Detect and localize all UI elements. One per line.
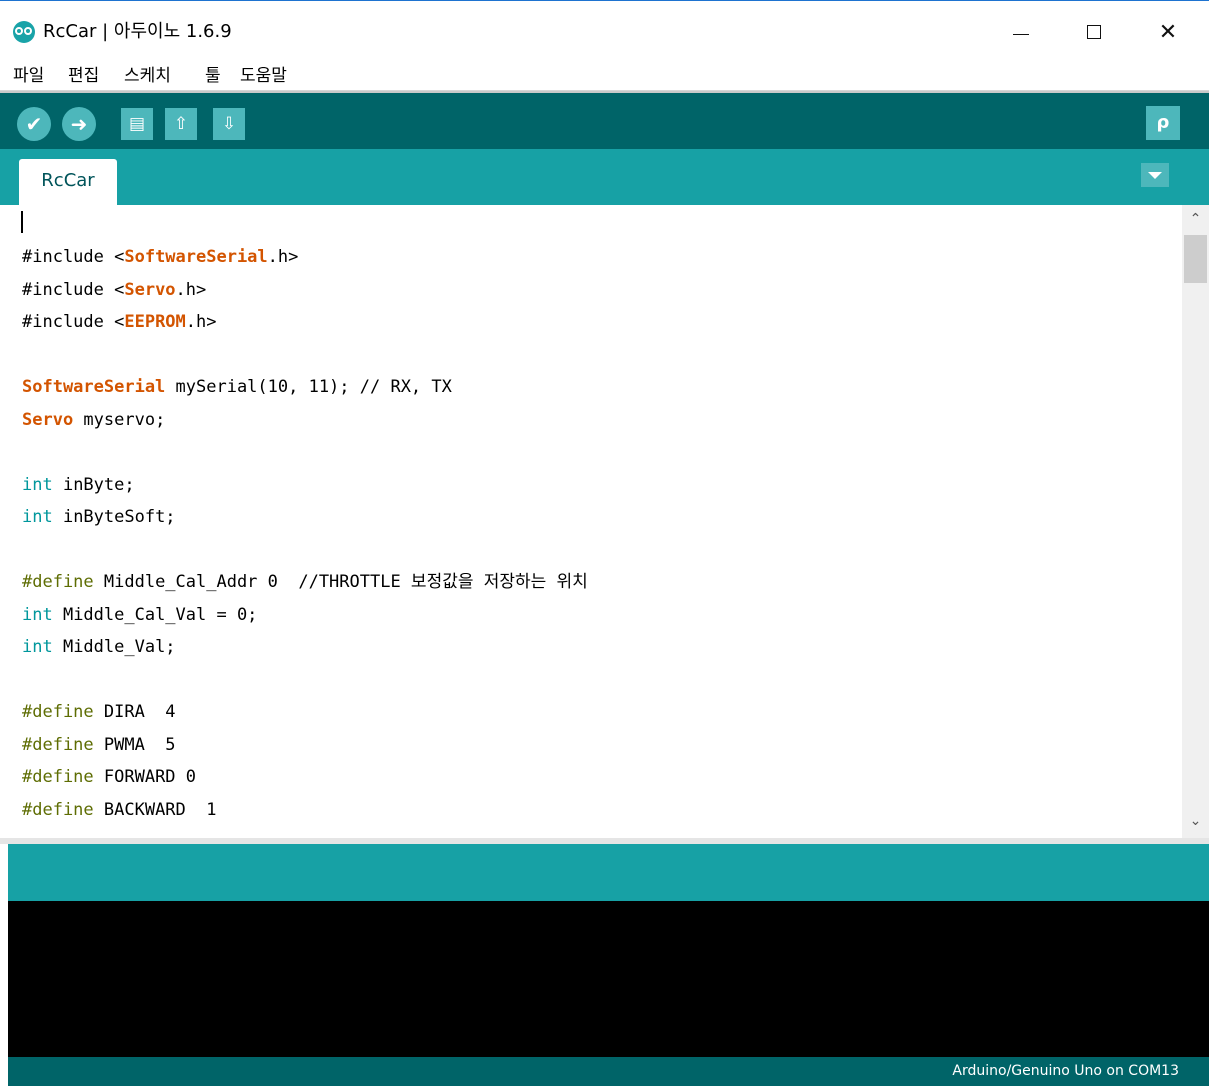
code-token: inByteSoft; — [52, 507, 176, 527]
tab-strip: RcCar — [0, 149, 1209, 205]
upload-button[interactable]: ➜ — [62, 107, 96, 141]
code-token: .h> — [185, 312, 217, 332]
code-token: FORWARD 0 — [93, 767, 197, 787]
code-line: #define BACKWARD 1 — [22, 794, 588, 827]
window-title: RcCar | 아두이노 1.6.9 — [43, 21, 232, 42]
menu-tools[interactable]: 툴 — [205, 64, 221, 88]
code-token: #define — [22, 734, 94, 755]
close-icon: ✕ — [1158, 20, 1178, 45]
maximize-icon — [1087, 25, 1101, 39]
code-line: Servo myservo; — [22, 404, 588, 437]
code-token: #define — [22, 767, 94, 787]
code-token: #include < — [22, 279, 125, 300]
maximize-button[interactable] — [1070, 13, 1118, 53]
tab-menu-button[interactable] — [1141, 163, 1169, 187]
code-line: int Middle_Val; — [22, 631, 588, 664]
code-token: Middle_Val; — [52, 637, 176, 657]
code-token: myservo; — [73, 409, 166, 430]
code-line: #include <EEPROM.h> — [22, 306, 588, 339]
scroll-thumb[interactable] — [1184, 235, 1207, 283]
code-token: SoftwareSerial — [22, 377, 166, 397]
code-token: .h> — [267, 247, 299, 267]
title-bar: RcCar | 아두이노 1.6.9 ✕ — [0, 0, 1209, 62]
code-token: #define — [22, 572, 94, 592]
code-token: Middle_Cal_Addr 0 //THROTTLE 보정값을 저장하는 위… — [93, 572, 588, 592]
menu-file[interactable]: 파일 — [13, 64, 44, 88]
editor-scrollbar[interactable]: ⌃ ⌄ — [1182, 205, 1209, 838]
serial-monitor-button[interactable]: ρ — [1146, 106, 1180, 140]
console-output — [8, 901, 1209, 1057]
code-line: #include <Servo.h> — [22, 274, 588, 307]
message-area — [8, 844, 1209, 901]
code-token: int — [22, 474, 53, 495]
code-token: #define — [22, 702, 94, 722]
code-token: Middle_Cal_Val = 0; — [52, 604, 258, 625]
download-arrow-icon: ⇩ — [221, 114, 237, 134]
code-line: int inByteSoft; — [22, 501, 588, 534]
code-line: int Middle_Cal_Val = 0; — [22, 599, 588, 632]
menu-edit[interactable]: 편집 — [68, 64, 99, 88]
code-token: #include < — [22, 247, 125, 267]
code-editor[interactable]: #include <SoftwareSerial.h> #include <Ser… — [0, 205, 1209, 838]
open-button[interactable]: ⇧ — [165, 108, 197, 140]
code-line: #define Middle_Cal_Addr 0 //THROTTLE 보정값… — [22, 566, 588, 599]
code-token: mySerial(10, 11); // RX, TX — [165, 377, 452, 397]
arduino-logo-icon — [13, 21, 35, 43]
arrow-right-icon: ➜ — [70, 112, 88, 136]
scroll-down-arrow-icon[interactable]: ⌄ — [1182, 811, 1209, 831]
minimize-button[interactable] — [996, 13, 1044, 53]
code-line: #define FORWARD 0 — [22, 761, 588, 794]
new-sketch-button[interactable]: ▤ — [121, 108, 153, 140]
toolbar: ✔ ➜ ▤ ⇧ ⇩ ρ — [0, 91, 1209, 149]
code-token: #include < — [22, 312, 125, 332]
save-button[interactable]: ⇩ — [213, 108, 245, 140]
code-token: inByte; — [52, 474, 135, 495]
code-token: EEPROM — [124, 312, 186, 332]
text-caret — [21, 211, 23, 233]
tab-rccar[interactable]: RcCar — [19, 159, 117, 205]
scroll-up-arrow-icon[interactable]: ⌃ — [1182, 209, 1209, 229]
code-content: #include <SoftwareSerial.h> #include <Ser… — [22, 241, 588, 826]
code-token: BACKWARD 1 — [93, 799, 217, 820]
triangle-down-icon — [1148, 172, 1162, 179]
code-token: SoftwareSerial — [124, 247, 268, 267]
board-status: Arduino/Genuino Uno on COM13 — [952, 1063, 1179, 1079]
code-token: int — [22, 637, 53, 657]
menu-help[interactable]: 도움말 — [240, 64, 287, 88]
code-token: Servo — [124, 279, 176, 300]
code-token: DIRA 4 — [93, 702, 176, 722]
code-token: #define — [22, 799, 94, 820]
menu-bar: 파일 편집 스케치 툴 도움말 — [0, 62, 1209, 91]
code-line: SoftwareSerial mySerial(10, 11); // RX, … — [22, 371, 588, 404]
check-icon: ✔ — [25, 112, 43, 136]
code-line: #include <SoftwareSerial.h> — [22, 241, 588, 274]
left-edge — [0, 844, 8, 1086]
minimize-icon — [1013, 34, 1029, 35]
code-token: int — [22, 507, 53, 527]
code-token: PWMA 5 — [93, 734, 176, 755]
code-token: Servo — [22, 409, 74, 430]
code-line: #define DIRA 4 — [22, 696, 588, 729]
close-button[interactable]: ✕ — [1144, 13, 1192, 53]
code-line: int inByte; — [22, 469, 588, 502]
document-icon: ▤ — [128, 114, 146, 134]
verify-button[interactable]: ✔ — [17, 107, 51, 141]
upload-arrow-icon: ⇧ — [173, 114, 189, 134]
magnifier-icon: ρ — [1156, 112, 1170, 133]
menu-sketch[interactable]: 스케치 — [124, 64, 171, 88]
code-line: #define PWMA 5 — [22, 729, 588, 762]
status-bar: Arduino/Genuino Uno on COM13 — [8, 1057, 1209, 1086]
code-token: .h> — [175, 279, 207, 300]
code-token: int — [22, 604, 53, 625]
